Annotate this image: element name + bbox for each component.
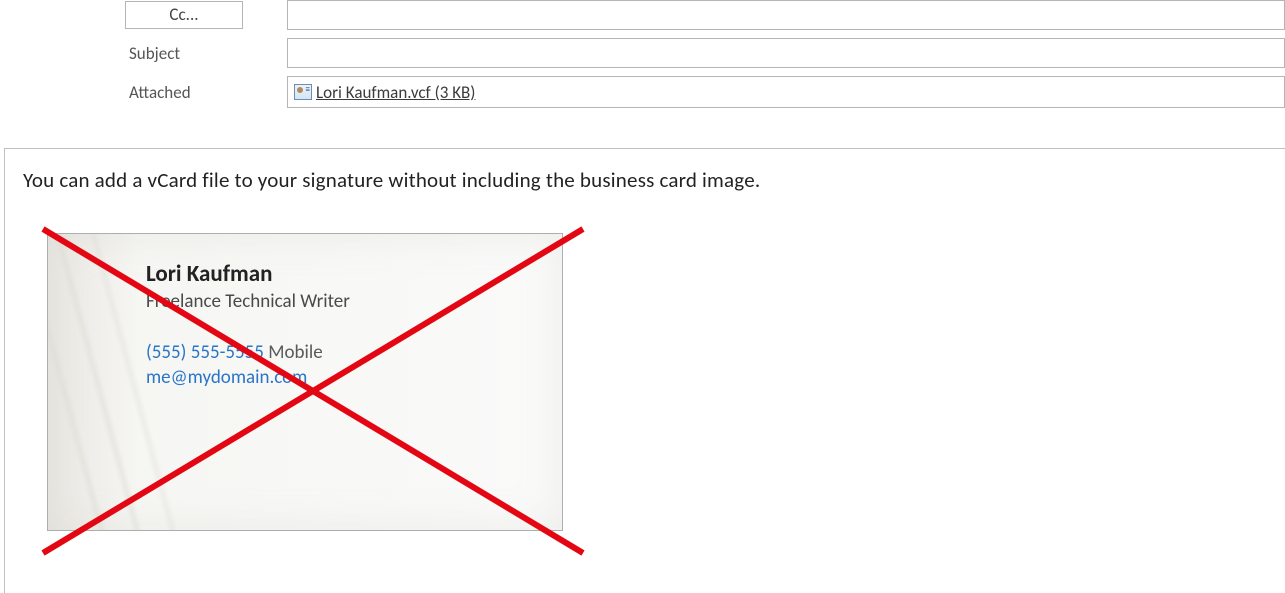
email-header: Cc... Subject Attached Lori Kaufman.vcf … — [0, 0, 1285, 116]
attached-label: Attached — [125, 82, 287, 103]
body-text: You can add a vCard file to your signatu… — [23, 167, 1267, 193]
cc-row: Cc... — [125, 0, 1285, 30]
card-title: Freelance Technical Writer — [146, 290, 546, 313]
subject-label: Subject — [125, 43, 287, 64]
cc-input[interactable] — [287, 0, 1285, 30]
attachment-field[interactable]: Lori Kaufman.vcf (3 KB) — [287, 76, 1285, 108]
subject-row: Subject — [125, 38, 1285, 68]
business-card-crossed: Lori Kaufman Freelance Technical Writer … — [35, 223, 573, 549]
attachment-link[interactable]: Lori Kaufman.vcf (3 KB) — [316, 82, 475, 103]
card-phone-label: Mobile — [268, 341, 322, 364]
card-phone-number: (555) 555-5555 — [146, 341, 264, 364]
vcard-icon — [294, 84, 312, 100]
card-email: me@mydomain.com — [146, 366, 546, 389]
subject-input[interactable] — [287, 38, 1285, 68]
cc-button[interactable]: Cc... — [125, 1, 243, 29]
card-phone: (555) 555-5555 Mobile — [146, 341, 546, 364]
attached-row: Attached Lori Kaufman.vcf (3 KB) — [125, 76, 1285, 108]
email-body[interactable]: You can add a vCard file to your signatu… — [4, 148, 1285, 593]
card-name: Lori Kaufman — [146, 260, 546, 288]
business-card: Lori Kaufman Freelance Technical Writer … — [47, 233, 563, 531]
